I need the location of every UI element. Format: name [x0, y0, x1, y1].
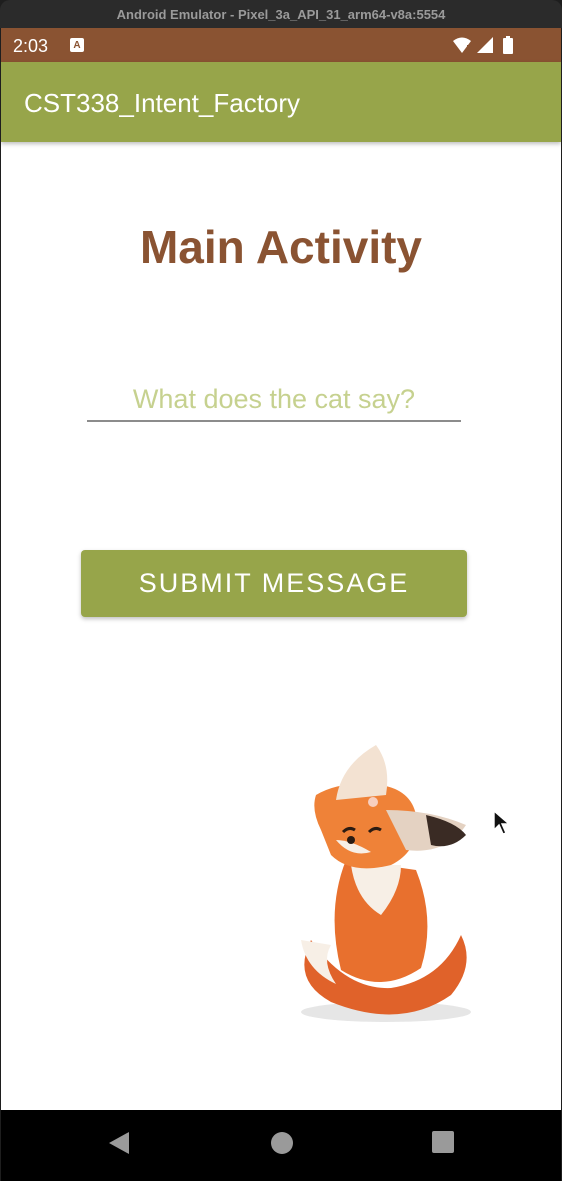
status-icons-svg — [453, 36, 513, 54]
battery-icon — [503, 36, 513, 54]
back-icon[interactable] — [107, 1130, 131, 1156]
home-icon[interactable] — [269, 1130, 295, 1156]
status-time: 2:03 — [13, 36, 49, 56]
device-screen: 2:03 A CST338_Intent_Factory Main Activi… — [1, 28, 561, 1181]
status-bar: 2:03 A — [1, 28, 561, 62]
status-icons — [451, 36, 523, 54]
emulator-title: Android Emulator - Pixel_3a_API_31_arm64… — [116, 6, 446, 22]
message-input[interactable] — [87, 378, 461, 422]
notification-a-icon: A — [70, 38, 84, 52]
mouse-cursor-icon — [493, 810, 511, 835]
submit-message-button[interactable]: SUBMIT MESSAGE — [81, 550, 467, 617]
recents-icon[interactable] — [431, 1130, 455, 1154]
fox-illustration — [301, 745, 471, 1022]
app-title: CST338_Intent_Factory — [24, 88, 301, 118]
page-title: Main Activity — [139, 221, 423, 273]
navigation-bar — [1, 1110, 561, 1181]
emulator-title-bar: Android Emulator - Pixel_3a_API_31_arm64… — [0, 0, 562, 28]
signal-icon — [477, 37, 493, 53]
wifi-icon — [453, 37, 471, 54]
app-bar: CST338_Intent_Factory — [1, 62, 561, 142]
